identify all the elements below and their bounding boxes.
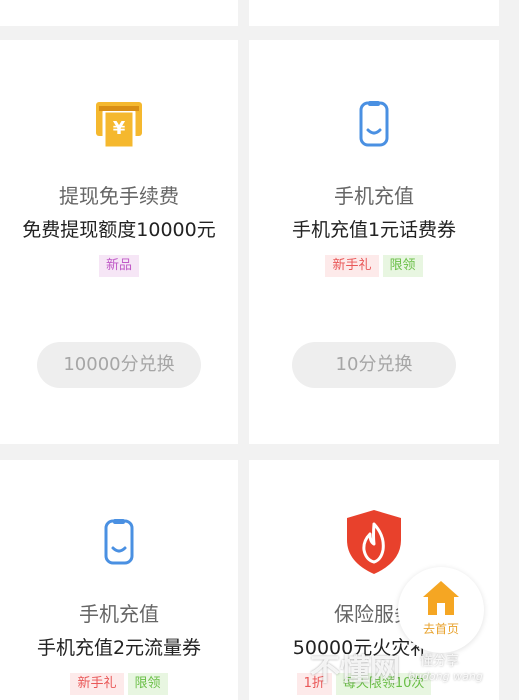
card-subtitle: 免费提现额度10000元 xyxy=(22,219,216,241)
card-tags: 新手礼 限领 xyxy=(0,673,238,695)
watermark-slogan: 懂分享 xyxy=(420,654,460,669)
tag-newbie-gift: 新手礼 xyxy=(70,673,124,695)
card-phone-recharge-2[interactable]: 手机充值 手机充值2元流量券 新手礼 限领 xyxy=(0,460,238,700)
redeem-button[interactable]: 10000分兑换 xyxy=(37,342,201,388)
svg-text:¥: ¥ xyxy=(113,118,126,139)
phone-icon xyxy=(249,100,499,148)
card-withdraw-fee-free[interactable]: ¥ 提现免手续费 免费提现额度10000元 新品 10000分兑换 xyxy=(0,40,238,444)
watermark-pinyin: budong wang xyxy=(408,670,483,683)
go-home-label: 去首页 xyxy=(422,622,459,636)
house-icon xyxy=(421,579,461,621)
card-subtitle: 手机充值1元话费券 xyxy=(291,219,457,241)
fire-shield-icon xyxy=(249,508,499,576)
card-title: 手机充值 xyxy=(79,602,159,626)
watermark-brand: 不懂网 xyxy=(310,653,400,688)
card-title: 手机充值 xyxy=(334,184,414,208)
card-tags: 新品 xyxy=(0,255,238,277)
tag-newbie-gift: 新手礼 xyxy=(325,255,379,277)
card-partial-right[interactable] xyxy=(249,0,499,26)
card-title: 提现免手续费 xyxy=(59,184,179,208)
tag-new: 新品 xyxy=(98,255,139,277)
phone-icon xyxy=(0,518,238,566)
card-tags: 新手礼 限领 xyxy=(249,255,499,277)
redeem-button[interactable]: 10分兑换 xyxy=(292,342,456,388)
card-subtitle: 手机充值2元流量券 xyxy=(36,637,202,659)
card-phone-recharge-1[interactable]: 手机充值 手机充值1元话费券 新手礼 限领 10分兑换 xyxy=(249,40,499,444)
card-partial-left[interactable] xyxy=(0,0,238,26)
tag-limited: 限领 xyxy=(127,673,168,695)
atm-yen-icon: ¥ xyxy=(0,98,238,150)
tag-limited: 限领 xyxy=(382,255,423,277)
go-home-button[interactable]: 去首页 xyxy=(398,567,484,653)
